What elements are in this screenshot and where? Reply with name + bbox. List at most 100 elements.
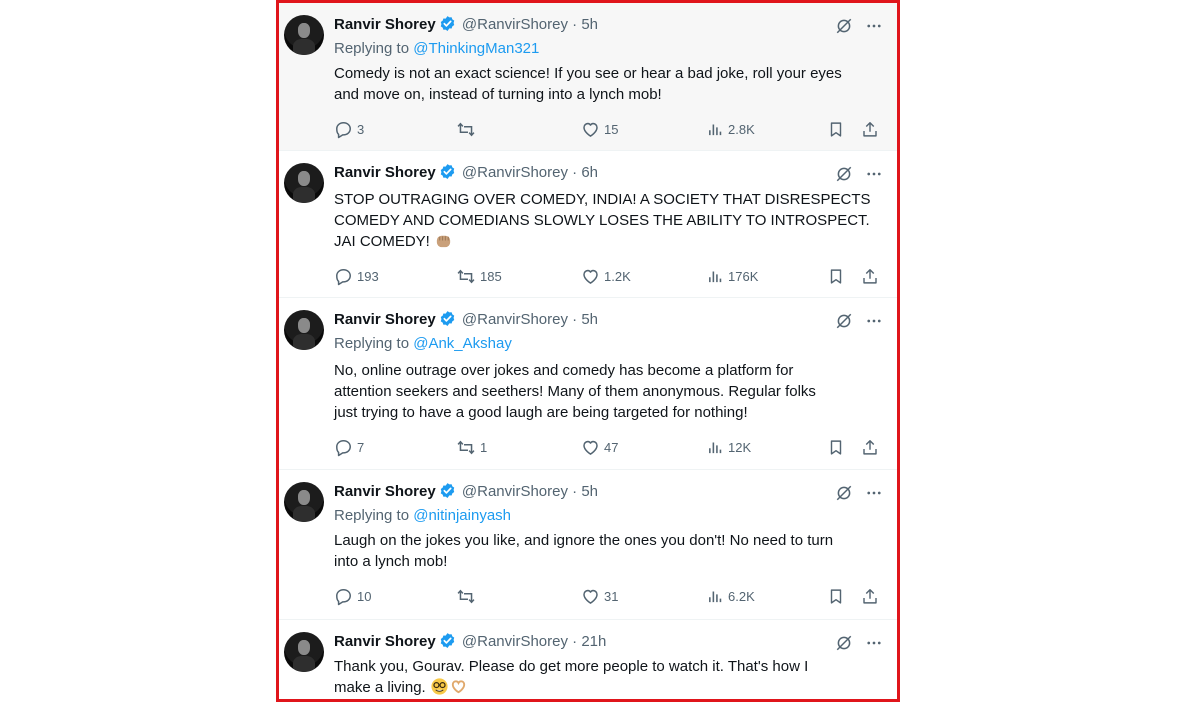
reply-icon xyxy=(336,121,351,138)
grok-icon[interactable] xyxy=(835,165,853,183)
retweet-button[interactable] xyxy=(456,586,480,606)
author-name[interactable]: Ranvir Shorey xyxy=(334,633,436,650)
tweet-text: No, online outrage over jokes and comedy… xyxy=(334,360,879,423)
share-button[interactable] xyxy=(861,437,879,457)
retweet-button[interactable] xyxy=(456,119,480,139)
reply-button[interactable]: 3 xyxy=(334,119,364,139)
author-handle[interactable]: @RanvirShorey xyxy=(462,16,568,33)
share-button[interactable] xyxy=(861,266,879,286)
tweet-header: Ranvir Shorey @RanvirShorey · 5h xyxy=(334,310,598,330)
grok-icon[interactable] xyxy=(835,17,853,35)
retweet-button[interactable]: 1 xyxy=(456,437,487,457)
tweet-text-line-last: make a living. xyxy=(334,677,879,698)
separator-dot: · xyxy=(572,311,578,328)
author-handle[interactable]: @RanvirShorey xyxy=(462,164,568,181)
author-handle[interactable]: @RanvirShorey xyxy=(462,311,568,328)
reply-icon xyxy=(336,588,351,605)
timestamp[interactable]: 5h xyxy=(581,483,598,500)
timestamp[interactable]: 5h xyxy=(581,311,598,328)
mention-link[interactable]: @ThinkingMan321 xyxy=(413,40,539,57)
timestamp[interactable]: 21h xyxy=(581,633,606,650)
replying-to: Replying to @ThinkingMan321 xyxy=(334,39,539,59)
views-count: 6.2K xyxy=(728,588,755,604)
share-button[interactable] xyxy=(861,119,879,139)
action-bar: 7 1 47 12K xyxy=(334,437,882,457)
reply-button[interactable]: 193 xyxy=(334,266,379,286)
mention-link[interactable]: @nitinjainyash xyxy=(413,507,511,524)
tweet[interactable]: Ranvir Shorey @RanvirShorey · 5h Replyin… xyxy=(279,298,897,470)
bookmark-button[interactable] xyxy=(827,266,845,286)
like-button[interactable]: 47 xyxy=(581,437,618,457)
timestamp[interactable]: 5h xyxy=(581,16,598,33)
retweet-icon xyxy=(457,122,475,136)
author-name[interactable]: Ranvir Shorey xyxy=(334,483,436,500)
avatar[interactable] xyxy=(284,482,324,522)
replying-to-label: Replying to xyxy=(334,40,410,57)
like-button[interactable]: 1.2K xyxy=(581,266,631,286)
replying-to-label: Replying to xyxy=(334,335,410,352)
more-options-icon[interactable] xyxy=(865,634,883,652)
bookmark-button[interactable] xyxy=(827,437,845,457)
avatar[interactable] xyxy=(284,15,324,55)
verified-badge-icon xyxy=(440,16,454,31)
tweet[interactable]: Ranvir Shorey @RanvirShorey · 21h Thank … xyxy=(279,620,897,699)
views-chart-icon xyxy=(709,591,722,602)
views-button[interactable]: 2.8K xyxy=(707,119,755,139)
bookmark-button[interactable] xyxy=(827,119,845,139)
heart-icon xyxy=(583,440,598,455)
separator-dot: · xyxy=(572,164,578,181)
retweet-icon xyxy=(457,589,475,603)
like-button[interactable]: 15 xyxy=(581,119,618,139)
grok-icon[interactable] xyxy=(835,484,853,502)
grok-icon[interactable] xyxy=(835,634,853,652)
tweet[interactable]: Ranvir Shorey @RanvirShorey · 5h Replyin… xyxy=(279,470,897,620)
nerd-face-emoji xyxy=(431,678,448,695)
tweet[interactable]: Ranvir Shorey @RanvirShorey · 6h STOP OU… xyxy=(279,151,897,298)
more-options-icon[interactable] xyxy=(865,165,883,183)
tweet-text: STOP OUTRAGING OVER COMEDY, INDIA! A SOC… xyxy=(334,189,879,252)
heart-hands-emoji xyxy=(451,680,466,694)
heart-icon xyxy=(583,122,598,137)
avatar[interactable] xyxy=(284,163,324,203)
views-chart-icon xyxy=(709,124,722,135)
more-options-icon[interactable] xyxy=(865,17,883,35)
mention-link[interactable]: @Ank_Akshay xyxy=(413,335,512,352)
more-options-icon[interactable] xyxy=(865,484,883,502)
reply-icon xyxy=(336,439,351,456)
avatar[interactable] xyxy=(284,632,324,672)
author-name[interactable]: Ranvir Shorey xyxy=(334,164,436,181)
tweet-thread-frame: Ranvir Shorey @RanvirShorey · 5h Replyin… xyxy=(276,0,900,702)
author-name[interactable]: Ranvir Shorey xyxy=(334,311,436,328)
like-count: 47 xyxy=(604,439,619,455)
avatar[interactable] xyxy=(284,310,324,350)
tweet-text-segment: JAI COMEDY! xyxy=(334,233,430,250)
views-button[interactable]: 176K xyxy=(707,266,758,286)
reply-count: 7 xyxy=(357,439,365,455)
bookmark-button[interactable] xyxy=(827,586,845,606)
tweet[interactable]: Ranvir Shorey @RanvirShorey · 5h Replyin… xyxy=(279,3,897,151)
reply-button[interactable]: 7 xyxy=(334,437,364,457)
author-name[interactable]: Ranvir Shorey xyxy=(334,16,436,33)
grok-icon[interactable] xyxy=(835,312,853,330)
tweet-text-line: COMEDY AND COMEDIANS SLOWLY LOSES THE AB… xyxy=(334,212,870,229)
tweet-header: Ranvir Shorey @RanvirShorey · 5h xyxy=(334,15,598,35)
tweet-text-line: Thank you, Gourav. Please do get more pe… xyxy=(334,658,809,675)
verified-badge-icon xyxy=(440,483,454,498)
share-button[interactable] xyxy=(861,586,879,606)
tweet-text: Thank you, Gourav. Please do get more pe… xyxy=(334,656,879,698)
author-handle[interactable]: @RanvirShorey xyxy=(462,633,568,650)
views-count: 12K xyxy=(728,439,752,455)
replying-to: Replying to @nitinjainyash xyxy=(334,506,511,526)
tweet-text-line: and move on, instead of turning into a l… xyxy=(334,86,662,103)
views-button[interactable]: 6.2K xyxy=(707,586,755,606)
reply-button[interactable]: 10 xyxy=(334,586,371,606)
tweet-header: Ranvir Shorey @RanvirShorey · 6h xyxy=(334,163,598,183)
like-count: 15 xyxy=(604,121,619,137)
tweet-top-icons xyxy=(835,164,883,184)
retweet-button[interactable]: 185 xyxy=(456,266,502,286)
more-options-icon[interactable] xyxy=(865,312,883,330)
timestamp[interactable]: 6h xyxy=(581,164,598,181)
like-button[interactable]: 31 xyxy=(581,586,618,606)
author-handle[interactable]: @RanvirShorey xyxy=(462,483,568,500)
views-button[interactable]: 12K xyxy=(707,437,751,457)
